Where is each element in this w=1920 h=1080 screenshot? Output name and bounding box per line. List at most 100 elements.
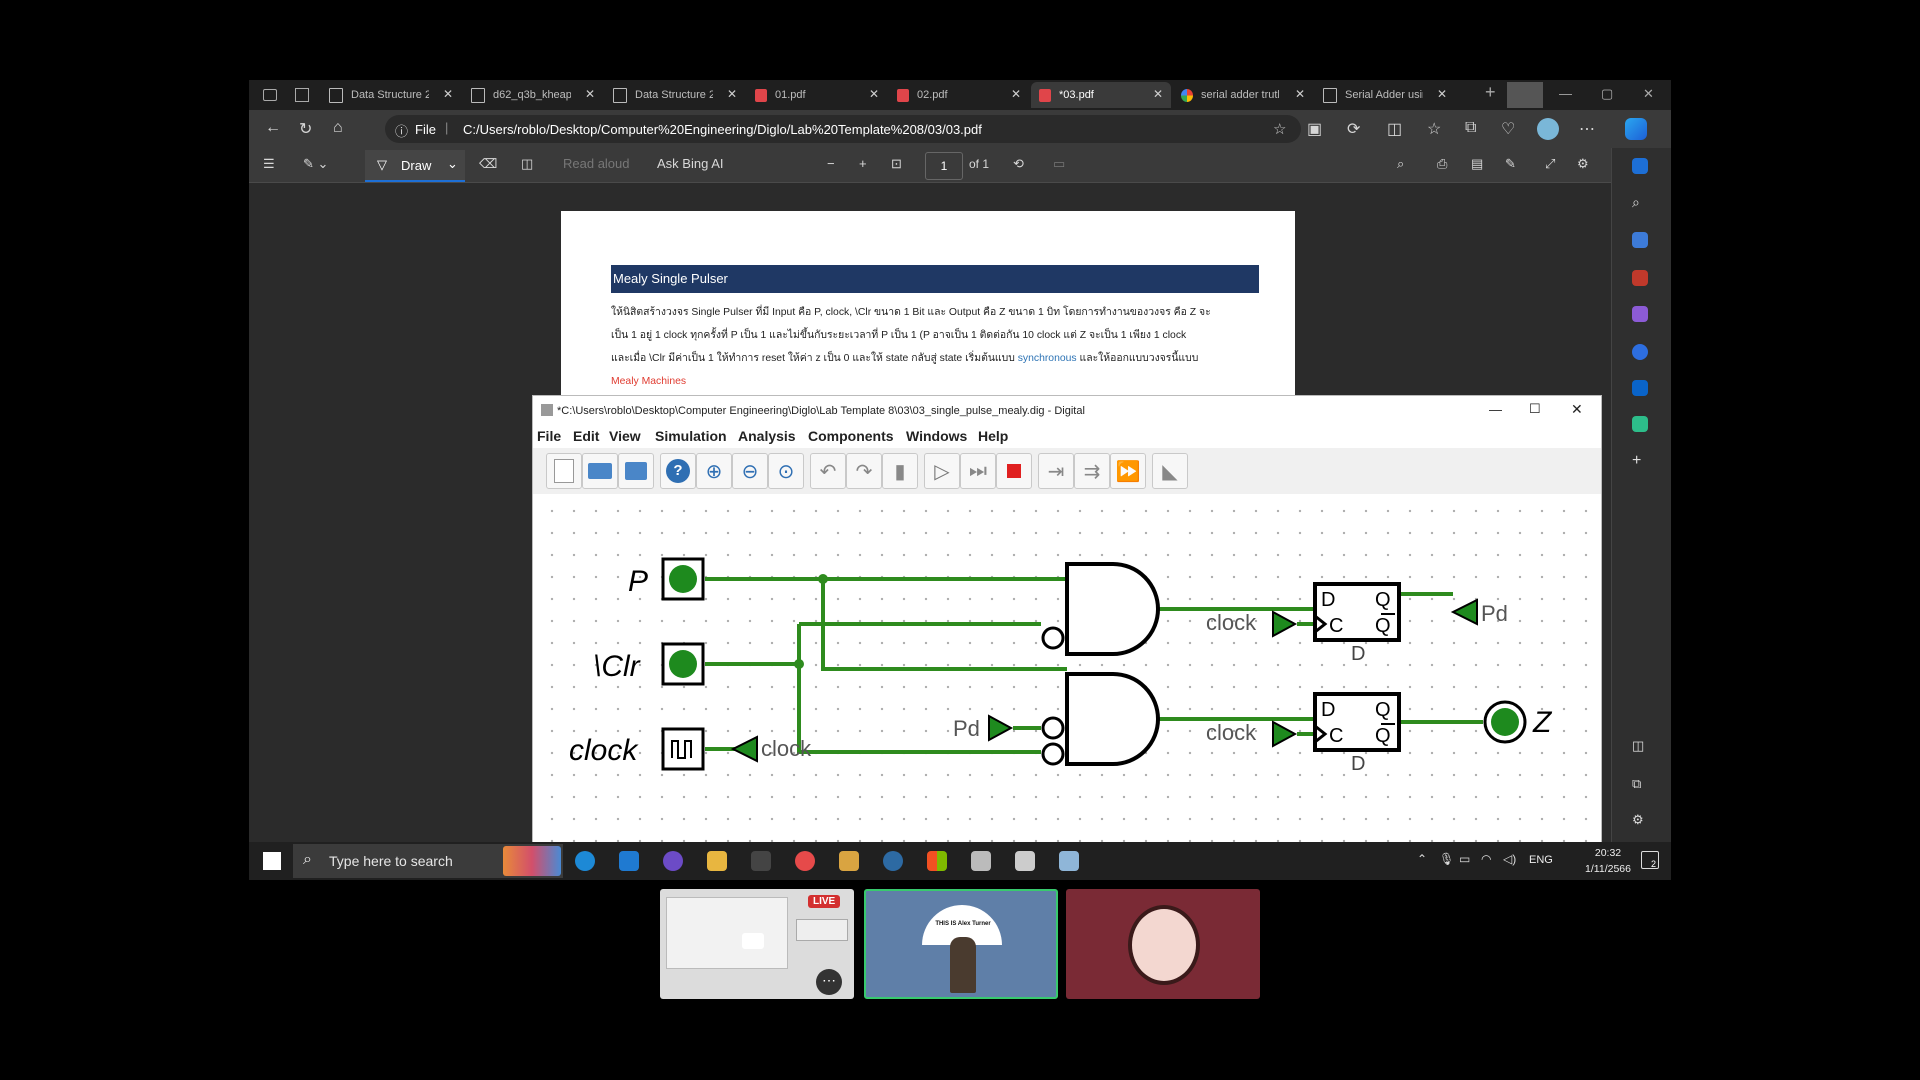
input-p[interactable] <box>661 557 705 601</box>
zoom-out-icon[interactable]: ⊖ <box>732 453 768 489</box>
stop-icon[interactable] <box>996 453 1032 489</box>
volume-icon[interactable]: ◁) <box>1503 852 1516 866</box>
tab-01-pdf[interactable]: 01.pdf ✕ <box>747 82 887 108</box>
notification-icon[interactable]: 2 <box>1641 851 1659 869</box>
menu-view[interactable]: View <box>609 428 641 444</box>
step-icon[interactable]: ⇥ <box>1038 453 1074 489</box>
notes-icon[interactable] <box>839 851 859 871</box>
save-icon[interactable] <box>618 453 654 489</box>
language-indicator[interactable]: ENG <box>1529 854 1553 866</box>
page-number-input[interactable]: 1 <box>925 152 963 180</box>
page-view-icon[interactable]: ▭ <box>1053 156 1065 172</box>
digital-app-icon[interactable] <box>1015 851 1035 871</box>
save-as-icon[interactable]: ✎ <box>1505 156 1516 172</box>
home-icon[interactable]: ⌂ <box>333 119 343 137</box>
clock-input[interactable] <box>661 727 705 771</box>
eraser-icon[interactable]: ⌫ <box>479 156 497 172</box>
info-icon[interactable]: ⓘ <box>395 121 408 140</box>
redo-icon[interactable]: ↷ <box>846 453 882 489</box>
search-icon[interactable]: ⌕ <box>1397 156 1404 172</box>
sidebar-settings-icon[interactable]: ⚙ <box>1632 812 1648 828</box>
browser-essentials-icon[interactable]: ♡ <box>1501 119 1515 139</box>
close-icon[interactable]: ✕ <box>1153 87 1163 101</box>
menu-simulation[interactable]: Simulation <box>655 428 727 444</box>
refresh-icon[interactable]: ↻ <box>299 119 312 139</box>
chrome-icon[interactable] <box>795 851 815 871</box>
tab-actions-icon[interactable] <box>287 82 315 108</box>
rotate-icon[interactable]: ⟲ <box>1013 156 1024 172</box>
taskbar-search[interactable]: ⌕ Type here to search <box>293 844 563 878</box>
zoom-fit-icon[interactable]: ⊙ <box>768 453 804 489</box>
fit-page-icon[interactable]: ⊡ <box>891 156 902 172</box>
close-icon[interactable]: ✕ <box>585 87 595 101</box>
micro-step-icon[interactable]: ⇉ <box>1074 453 1110 489</box>
collections-icon[interactable]: ⧉ <box>1465 119 1476 137</box>
steam-icon[interactable] <box>883 851 903 871</box>
zoom-in-icon[interactable]: ⊕ <box>696 453 732 489</box>
menu-analysis[interactable]: Analysis <box>738 428 796 444</box>
tab-03-pdf[interactable]: *03.pdf ✕ <box>1031 82 1171 108</box>
synchronous-link[interactable]: synchronous <box>1018 353 1077 364</box>
new-tab-button[interactable]: + <box>1485 82 1496 103</box>
circuit-canvas[interactable]: P \Clr clock clock clock clock Pd Pd Z D… <box>533 494 1601 842</box>
analysis-icon[interactable]: ◣ <box>1152 453 1188 489</box>
fullscreen-icon[interactable]: ⤢ <box>1545 156 1555 172</box>
input-clr[interactable] <box>661 642 705 686</box>
screen-share-thumbnail[interactable]: LIVE ⋯ <box>660 889 854 999</box>
bell-icon[interactable] <box>1632 158 1648 174</box>
ask-bing-button[interactable]: Ask Bing AI <box>657 156 723 171</box>
tab-data-structure-1[interactable]: Data Structure 2/ ✕ <box>321 82 461 108</box>
wire-segment[interactable] <box>797 624 1041 754</box>
participant-thumbnail-alex[interactable]: THIS IS Alex Turner <box>864 889 1058 999</box>
draw-button[interactable]: ▽ Draw ⌄ <box>365 150 465 182</box>
file-explorer-icon[interactable] <box>707 851 727 871</box>
camera-icon[interactable] <box>742 933 764 949</box>
add-icon[interactable]: + <box>1632 452 1648 469</box>
sync-icon[interactable]: ⟳ <box>1347 119 1360 139</box>
workspaces-icon[interactable] <box>255 82 283 108</box>
print-icon[interactable]: ⎙ <box>1437 156 1447 172</box>
tab-serial-adder-truth[interactable]: serial adder truth ✕ <box>1173 82 1313 108</box>
close-icon[interactable]: ✕ <box>443 87 453 101</box>
participant-thumbnail-2[interactable] <box>1066 889 1260 999</box>
undo-icon[interactable]: ↶ <box>810 453 846 489</box>
tray-chevron-icon[interactable]: ⌃ <box>1417 852 1427 866</box>
wifi-icon[interactable]: ◠ <box>1481 852 1491 866</box>
menu-edit[interactable]: Edit <box>573 428 599 444</box>
profile-avatar[interactable] <box>1537 118 1559 140</box>
tab-serial-adder-using[interactable]: Serial Adder usin ✕ <box>1315 82 1455 108</box>
close-window-icon[interactable]: ✕ <box>1571 401 1583 418</box>
split-screen-icon[interactable]: ◫ <box>1387 119 1402 139</box>
close-icon[interactable]: ✕ <box>1437 87 1447 101</box>
delete-icon[interactable]: ▮ <box>882 453 918 489</box>
more-options-icon[interactable]: ⋯ <box>816 969 842 995</box>
output-z[interactable] <box>1483 700 1527 744</box>
highlight-icon[interactable]: ✎ ⌄ <box>303 156 328 172</box>
favorite-star-icon[interactable]: ☆ <box>1273 120 1286 138</box>
help-icon[interactable]: ? <box>660 453 696 489</box>
save-icon[interactable]: ▤ <box>1471 156 1483 172</box>
new-file-icon[interactable] <box>546 453 582 489</box>
more-icon[interactable]: ⋯ <box>1579 119 1595 139</box>
fast-run-icon[interactable]: ⏭ <box>960 453 996 489</box>
search-icon[interactable]: ⌕ <box>1632 194 1648 210</box>
games-icon[interactable] <box>1632 344 1648 360</box>
calculator-icon[interactable] <box>971 851 991 871</box>
zoom-out-icon[interactable]: − <box>827 156 835 171</box>
favorites-icon[interactable]: ☆ <box>1427 119 1441 139</box>
minimize-icon[interactable]: — <box>1559 86 1572 101</box>
tools-icon[interactable] <box>1632 270 1648 286</box>
back-icon[interactable]: ← <box>265 119 281 137</box>
store-icon[interactable] <box>927 851 947 871</box>
zoom-in-icon[interactable]: + <box>859 156 867 171</box>
tag-icon[interactable] <box>1632 232 1648 248</box>
tab-data-structure-2[interactable]: Data Structure 2/ ✕ <box>605 82 745 108</box>
app-icon[interactable] <box>1059 851 1079 871</box>
edge-icon[interactable] <box>575 851 595 871</box>
and-gate-bottom[interactable] <box>1041 672 1160 766</box>
maximize-icon[interactable]: ☐ <box>1529 401 1541 417</box>
minimize-icon[interactable]: — <box>1489 402 1502 417</box>
windows-start-icon[interactable] <box>263 852 281 870</box>
close-icon[interactable]: ✕ <box>1011 87 1021 101</box>
open-folder-icon[interactable] <box>582 453 618 489</box>
